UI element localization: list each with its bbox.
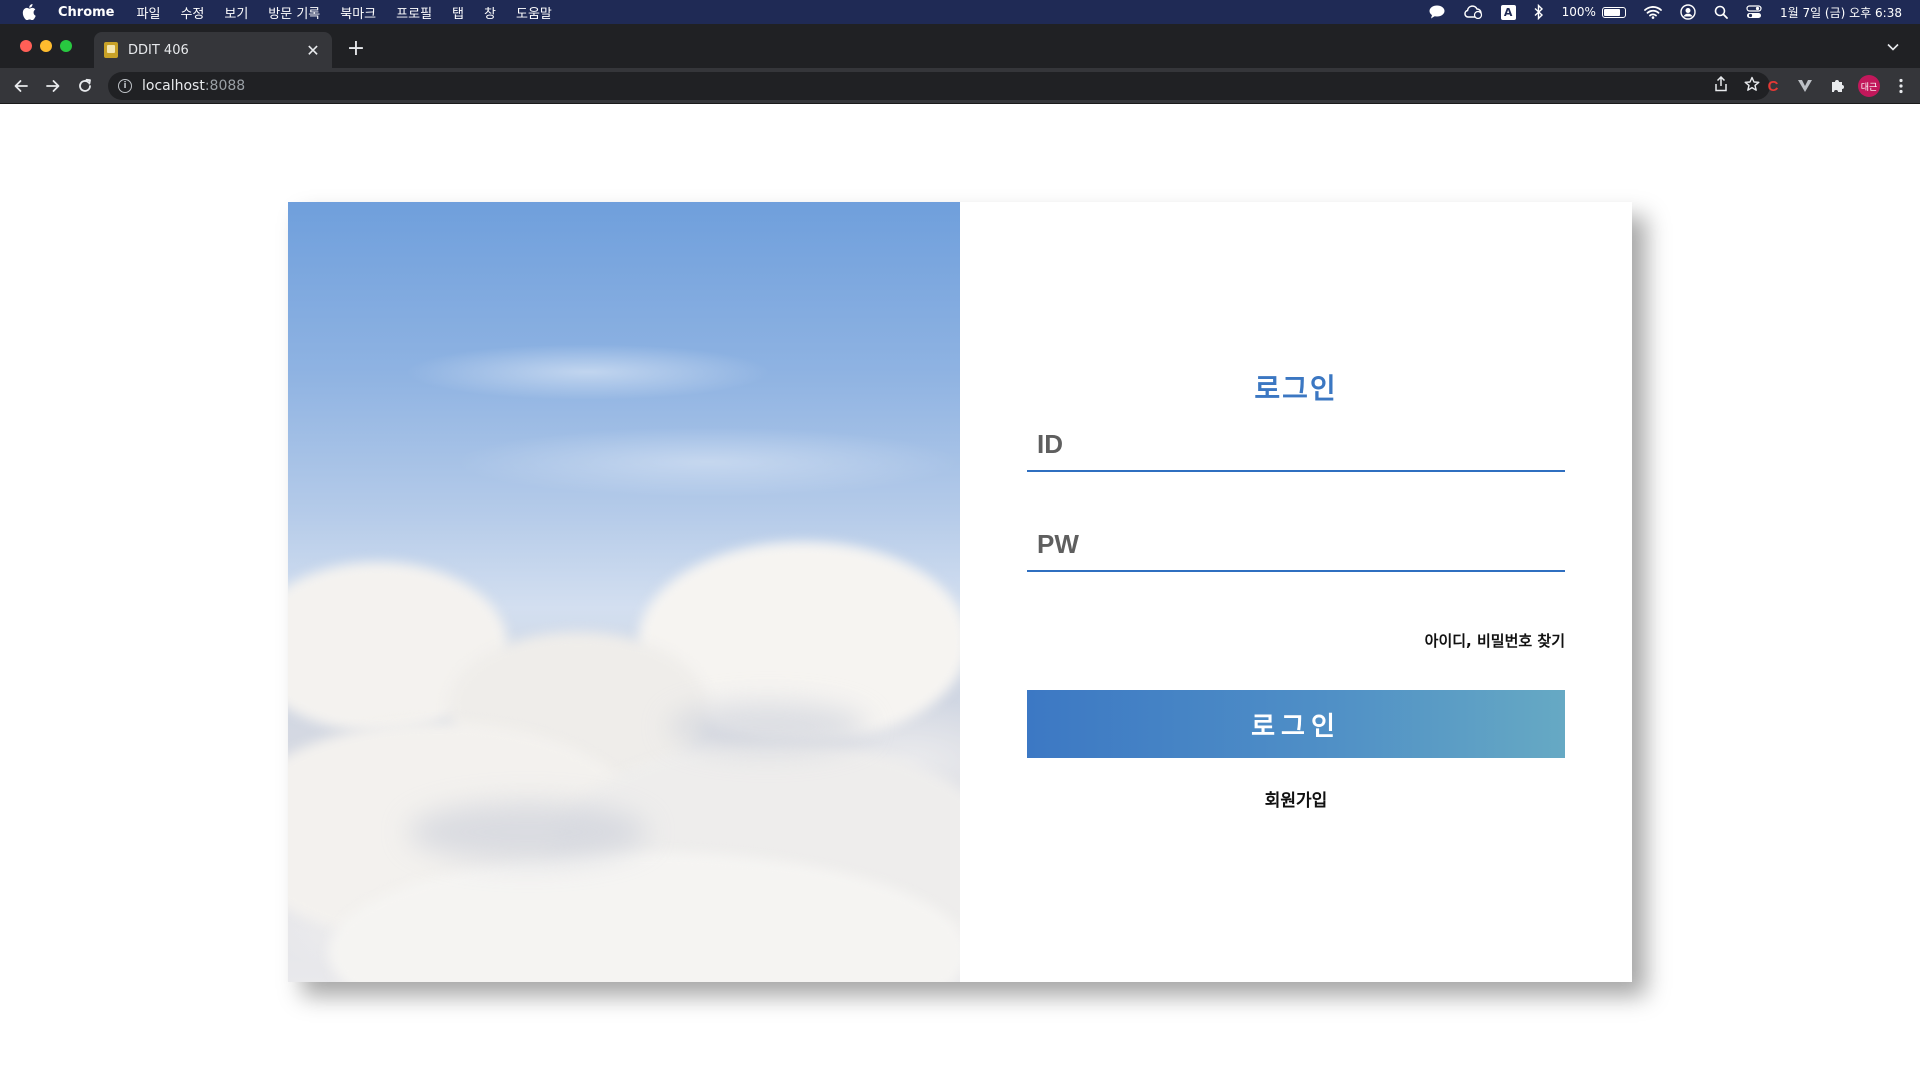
browser-tab-active[interactable]: DDIT 406 ✕	[94, 32, 332, 68]
control-center-icon[interactable]	[1746, 0, 1762, 24]
bluetooth-icon[interactable]	[1534, 0, 1544, 24]
menubar-clock[interactable]: 1월 7일 (금) 오후 6:38	[1780, 4, 1902, 21]
user-account-icon[interactable]	[1680, 0, 1696, 24]
menu-profiles[interactable]: 프로필	[396, 3, 432, 22]
menu-app-name[interactable]: Chrome	[58, 5, 115, 20]
share-icon[interactable]	[1714, 75, 1728, 96]
bookmark-star-icon[interactable]	[1744, 76, 1760, 96]
chrome-menu-kebab-icon[interactable]	[1890, 75, 1912, 97]
extensions-puzzle-icon[interactable]	[1826, 75, 1848, 97]
tab-title: DDIT 406	[128, 42, 189, 58]
macos-menubar: Chrome 파일 수정 보기 방문 기록 북마크 프로필 탭 창 도움말 A …	[0, 0, 1920, 24]
site-info-icon[interactable]: i	[118, 79, 132, 93]
login-form: 로그인 아이디, 비밀번호 찾기 로그인 회원가입	[960, 202, 1632, 982]
wifi-icon[interactable]	[1644, 0, 1662, 24]
menu-file[interactable]: 파일	[137, 3, 161, 22]
extension-v-icon[interactable]	[1794, 75, 1816, 97]
page-viewport: 로그인 아이디, 비밀번호 찾기 로그인 회원가입	[0, 105, 1920, 1080]
new-tab-button[interactable]: +	[344, 36, 368, 61]
back-arrow-icon[interactable]	[6, 71, 36, 101]
input-source-label: A	[1500, 4, 1516, 20]
login-title: 로그인	[1254, 372, 1338, 405]
close-window-button[interactable]	[20, 40, 32, 52]
browser-tabstrip: DDIT 406 ✕ +	[0, 24, 1920, 68]
menu-history[interactable]: 방문 기록	[268, 3, 320, 22]
menu-view[interactable]: 보기	[224, 3, 248, 22]
cloud-shadow	[668, 702, 868, 752]
input-source-icon[interactable]: A	[1500, 0, 1516, 24]
pw-field-wrapper	[1027, 518, 1565, 572]
apple-icon[interactable]	[20, 3, 38, 21]
minimize-window-button[interactable]	[40, 40, 52, 52]
tab-favicon-icon	[104, 42, 118, 58]
id-field-wrapper	[1027, 418, 1565, 472]
find-id-password-link[interactable]: 아이디, 비밀번호 찾기	[1425, 630, 1565, 651]
extension-c-icon[interactable]: C	[1762, 75, 1784, 97]
messages-icon[interactable]	[1429, 0, 1445, 24]
cloud-sky-image	[288, 202, 960, 982]
login-card: 로그인 아이디, 비밀번호 찾기 로그인 회원가입	[288, 202, 1632, 982]
address-bar[interactable]: i localhost:8088	[108, 72, 1770, 100]
spotlight-search-icon[interactable]	[1714, 0, 1728, 24]
login-button[interactable]: 로그인	[1027, 690, 1565, 758]
window-controls	[20, 40, 72, 52]
zoom-window-button[interactable]	[60, 40, 72, 52]
signup-link[interactable]: 회원가입	[960, 786, 1632, 811]
cloud-sync-icon[interactable]	[1463, 0, 1483, 24]
password-input[interactable]	[1027, 518, 1565, 570]
browser-toolbar: i localhost:8088 C 대근	[0, 68, 1920, 104]
tab-close-icon[interactable]: ✕	[304, 41, 322, 60]
url-port: :8088	[204, 78, 246, 94]
id-input[interactable]	[1027, 418, 1565, 470]
menu-help[interactable]: 도움말	[516, 3, 552, 22]
forward-arrow-icon[interactable]	[38, 71, 68, 101]
menu-tab[interactable]: 탭	[452, 3, 464, 22]
battery-icon[interactable]	[1601, 6, 1626, 18]
menu-bookmarks[interactable]: 북마크	[340, 3, 376, 22]
battery-percent: 100%	[1561, 5, 1596, 19]
reload-icon[interactable]	[70, 71, 100, 101]
menu-window[interactable]: 창	[484, 3, 496, 22]
profile-avatar[interactable]: 대근	[1858, 75, 1880, 97]
tab-search-chevron-icon[interactable]	[1884, 38, 1902, 56]
url-host: localhost	[142, 78, 205, 94]
cloud-shadow	[408, 802, 648, 862]
menu-edit[interactable]: 수정	[180, 3, 204, 22]
